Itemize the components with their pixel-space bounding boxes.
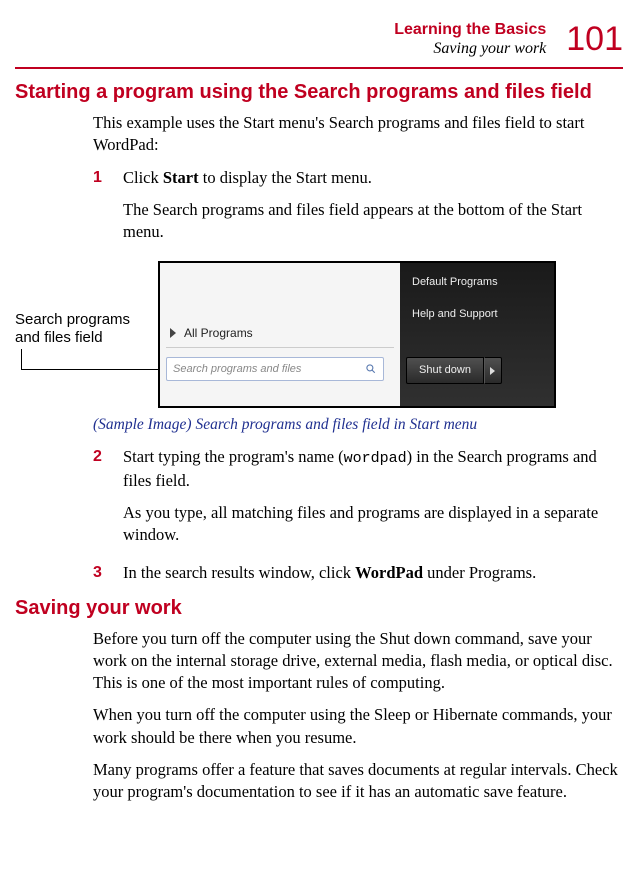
header-rule bbox=[15, 67, 623, 69]
shutdown-menu-button[interactable] bbox=[484, 357, 502, 384]
step-text-bold: Start bbox=[163, 168, 199, 187]
step-text-pre: In the search results window, click bbox=[123, 563, 355, 582]
default-programs-item[interactable]: Default Programs bbox=[412, 275, 498, 290]
chevron-right-icon bbox=[170, 328, 176, 338]
header-section: Saving your work bbox=[394, 39, 546, 58]
chevron-right-icon bbox=[490, 367, 495, 375]
step-after: As you type, all matching files and prog… bbox=[123, 502, 623, 547]
saving-para-3: Many programs offer a feature that saves… bbox=[93, 759, 623, 804]
step-number: 1 bbox=[93, 167, 109, 189]
help-support-item[interactable]: Help and Support bbox=[412, 307, 498, 322]
search-placeholder: Search programs and files bbox=[173, 362, 365, 377]
intro-paragraph: This example uses the Start menu's Searc… bbox=[93, 112, 623, 157]
section-heading-saving: Saving your work bbox=[15, 597, 623, 620]
start-menu-screenshot: All Programs Search programs and files D… bbox=[158, 261, 556, 408]
step-text-code: wordpad bbox=[344, 450, 407, 467]
chapter-title: Learning the Basics bbox=[394, 20, 546, 39]
step-text-post: under Programs. bbox=[423, 563, 536, 582]
step-text-bold: WordPad bbox=[355, 563, 423, 582]
step-number: 2 bbox=[93, 446, 109, 468]
start-menu-left-pane: All Programs Search programs and files bbox=[160, 263, 400, 406]
step-after: The Search programs and files field appe… bbox=[123, 199, 623, 244]
callout-line bbox=[21, 369, 173, 370]
step-3: 3 In the search results window, click Wo… bbox=[93, 562, 623, 584]
shutdown-button[interactable]: Shut down bbox=[406, 357, 484, 384]
all-programs-item[interactable]: All Programs bbox=[170, 325, 253, 341]
start-menu-figure: Search programs and files field All Prog… bbox=[93, 261, 623, 411]
page-header: Learning the Basics Saving your work 101 bbox=[15, 20, 623, 59]
section-heading-starting: Starting a program using the Search prog… bbox=[15, 81, 623, 104]
start-menu-right-pane: Default Programs Help and Support Shut d… bbox=[400, 263, 554, 406]
all-programs-label: All Programs bbox=[184, 325, 253, 341]
callout-line bbox=[21, 349, 22, 369]
page-number: 101 bbox=[566, 20, 623, 59]
search-icon bbox=[365, 363, 377, 375]
step-1: 1 Click Start to display the Start menu.… bbox=[93, 167, 623, 254]
figure-caption: (Sample Image) Search programs and files… bbox=[93, 415, 623, 436]
step-2: 2 Start typing the program's name (wordp… bbox=[93, 446, 623, 556]
figure-callout-label: Search programs and files field bbox=[15, 311, 150, 347]
step-text-post: to display the Start menu. bbox=[199, 168, 372, 187]
step-number: 3 bbox=[93, 562, 109, 584]
saving-para-2: When you turn off the computer using the… bbox=[93, 704, 623, 749]
step-text-pre: Click bbox=[123, 168, 163, 187]
shutdown-button-group: Shut down bbox=[406, 357, 502, 384]
search-programs-field[interactable]: Search programs and files bbox=[166, 357, 384, 381]
step-text-pre: Start typing the program's name ( bbox=[123, 447, 344, 466]
saving-para-1: Before you turn off the computer using t… bbox=[93, 628, 623, 695]
menu-divider bbox=[166, 347, 394, 348]
